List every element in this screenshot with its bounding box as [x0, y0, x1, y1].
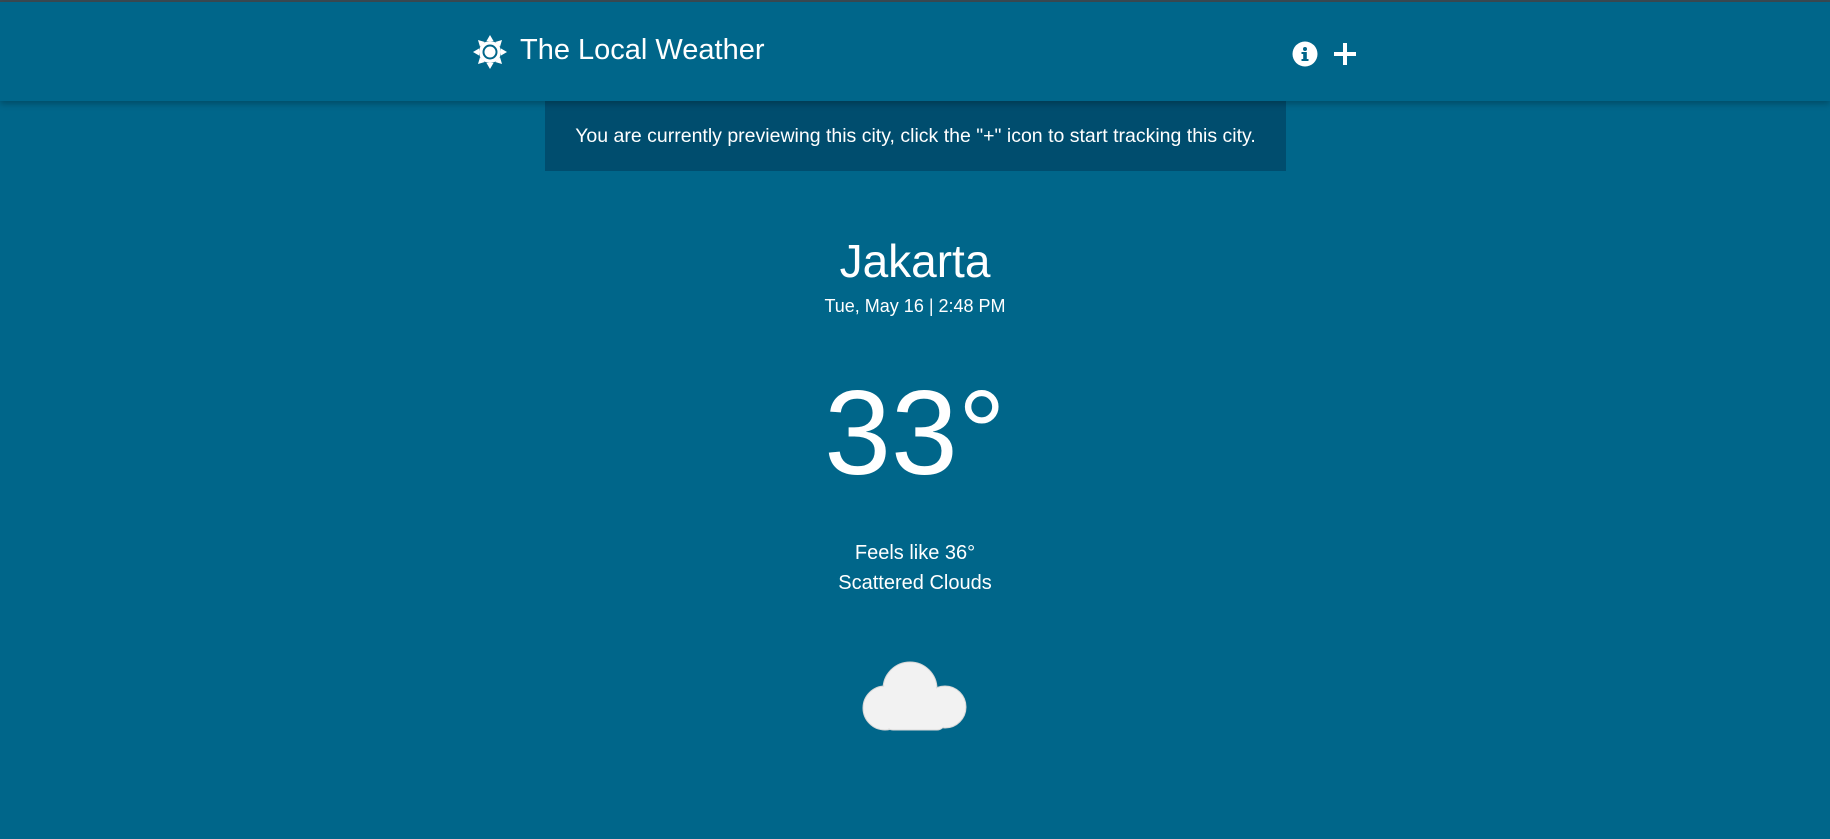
cloud-icon — [862, 661, 967, 731]
add-icon — [1334, 43, 1356, 65]
local-datetime: Tue, May 16 | 2:48 PM — [824, 296, 1006, 316]
app-header: The Local Weather — [0, 2, 1830, 101]
header-actions — [1291, 40, 1359, 68]
sun-icon — [473, 35, 507, 69]
weather-condition: Scattered Clouds — [838, 572, 992, 594]
preview-banner: You are currently previewing this city, … — [545, 101, 1286, 171]
app-title: The Local Weather — [520, 34, 765, 66]
preview-banner-text: You are currently previewing this city, … — [575, 124, 1256, 147]
info-button[interactable] — [1291, 40, 1319, 68]
info-icon — [1292, 41, 1318, 67]
city-name: Jakarta — [839, 235, 991, 287]
header-content: The Local Weather — [472, 2, 1359, 101]
feels-like: Feels like 36° — [854, 542, 976, 564]
add-city-button[interactable] — [1331, 40, 1359, 68]
current-temperature: 33° — [824, 366, 1006, 500]
